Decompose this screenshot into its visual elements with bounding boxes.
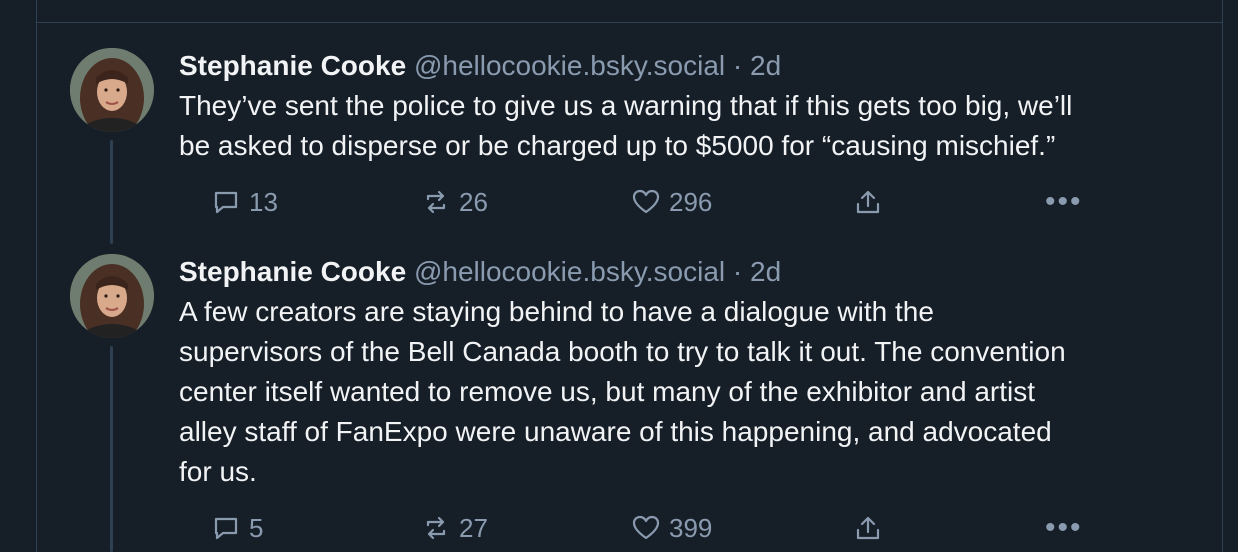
author-handle[interactable]: @hellocookie.bsky.social xyxy=(414,256,725,287)
more-button[interactable]: ••• xyxy=(1045,184,1083,220)
reply-icon xyxy=(214,517,238,540)
repost-icon xyxy=(426,516,446,540)
reply-count: 13 xyxy=(249,187,278,217)
like-count: 296 xyxy=(669,187,713,217)
like-count: 399 xyxy=(669,513,713,543)
heart-icon xyxy=(632,189,660,214)
reply-icon xyxy=(214,191,238,214)
repost-count: 26 xyxy=(459,187,488,217)
post-text: A few creators are staying behind to hav… xyxy=(179,296,1066,487)
post[interactable]: Stephanie Cooke @hellocookie.bsky.social… xyxy=(36,240,1223,552)
share-icon xyxy=(856,190,880,214)
share-button[interactable] xyxy=(853,510,891,546)
avatar-photo xyxy=(70,254,154,338)
like-button[interactable]: 399 xyxy=(631,510,712,546)
repost-button[interactable]: 26 xyxy=(421,184,488,220)
post-text: They’ve sent the police to give us a war… xyxy=(179,90,1073,161)
more-icon: ••• xyxy=(1045,185,1083,218)
author-handle[interactable]: @hellocookie.bsky.social xyxy=(414,50,725,81)
post-time[interactable]: 2d xyxy=(750,50,781,81)
author-name[interactable]: Stephanie Cooke xyxy=(179,50,406,81)
post-header: Stephanie Cooke @hellocookie.bsky.social… xyxy=(179,48,1203,84)
post-time[interactable]: 2d xyxy=(750,256,781,287)
like-button[interactable]: 296 xyxy=(631,184,712,220)
share-icon xyxy=(856,516,880,540)
share-button[interactable] xyxy=(853,184,891,220)
reply-button[interactable]: 13 xyxy=(211,184,278,220)
repost-count: 27 xyxy=(459,513,488,543)
avatar[interactable] xyxy=(70,254,154,338)
post-header: Stephanie Cooke @hellocookie.bsky.social… xyxy=(179,254,1203,290)
more-icon: ••• xyxy=(1045,511,1083,544)
post-actions: 5 27 399 ••• xyxy=(179,510,1179,546)
reply-button[interactable]: 5 xyxy=(211,510,263,546)
separator-dot: · xyxy=(732,50,743,81)
post-actions: 13 26 296 ••• xyxy=(179,184,1179,220)
avatar-photo xyxy=(70,48,154,132)
reply-count: 5 xyxy=(249,513,264,543)
post[interactable]: Stephanie Cooke @hellocookie.bsky.social… xyxy=(36,0,1223,240)
avatar[interactable] xyxy=(70,48,154,132)
separator-dot: · xyxy=(732,256,743,287)
author-name[interactable]: Stephanie Cooke xyxy=(179,256,406,287)
repost-button[interactable]: 27 xyxy=(421,510,488,546)
more-button[interactable]: ••• xyxy=(1045,510,1083,546)
repost-icon xyxy=(426,190,446,214)
heart-icon xyxy=(632,515,660,540)
